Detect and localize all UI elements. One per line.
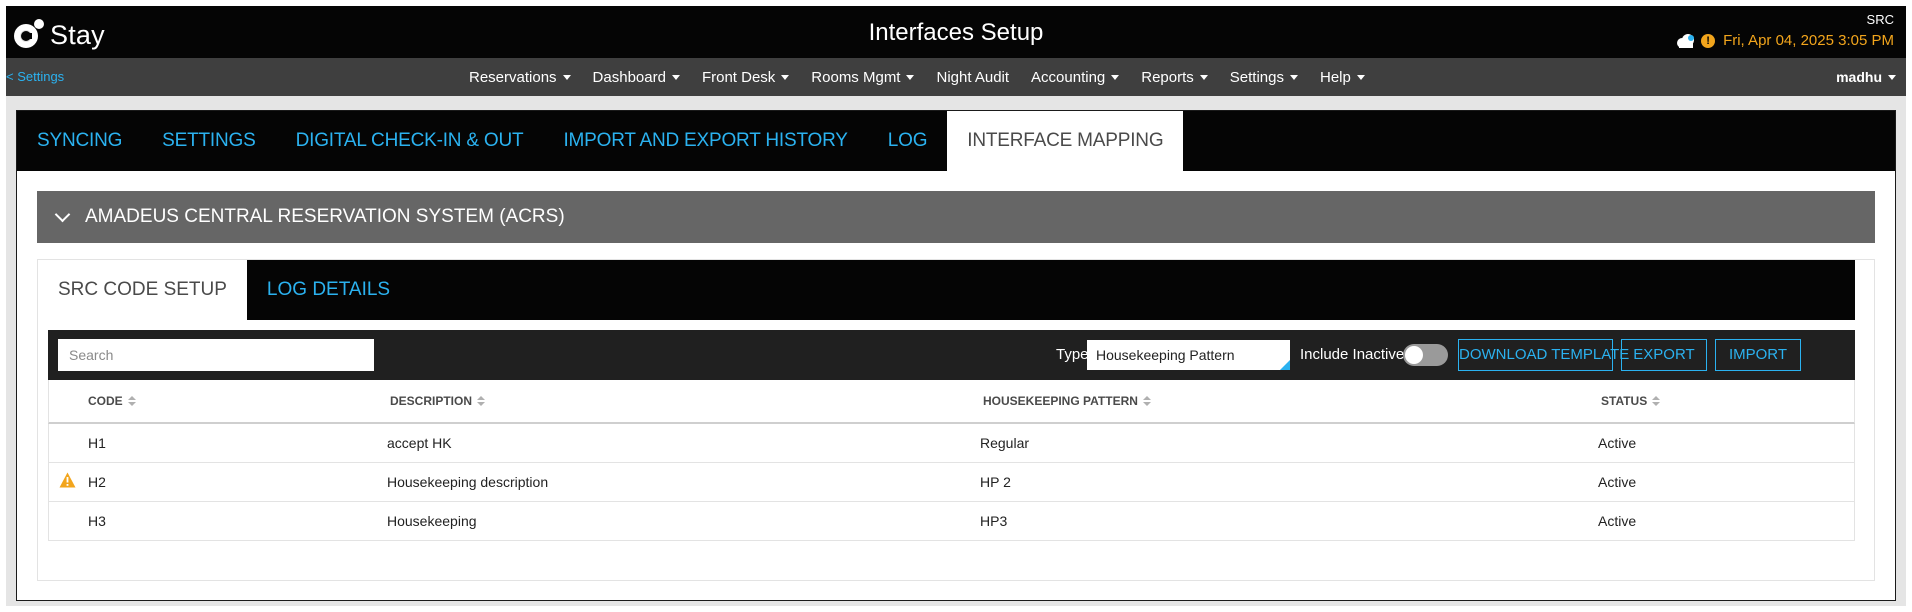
sort-icon <box>127 396 136 406</box>
nav-item-reservations[interactable]: Reservations <box>469 69 571 86</box>
caret-down-icon <box>1356 74 1365 80</box>
type-label: Type <box>1056 346 1089 363</box>
download-template-button[interactable]: DOWNLOAD TEMPLATE <box>1458 339 1629 371</box>
table-header: CODE DESCRIPTION HOUSEKEEPING PATTERN ST… <box>48 380 1855 424</box>
column-header-description[interactable]: DESCRIPTION <box>390 394 486 408</box>
main-panel: SYNCING SETTINGS DIGITAL CHECK-IN & OUT … <box>16 110 1896 601</box>
cell-description: Housekeeping description <box>387 474 549 490</box>
table-toolbar: Type Housekeeping Pattern Include Inacti… <box>48 330 1855 380</box>
warning-icon[interactable]: ! <box>1701 33 1716 48</box>
nav-item-reports[interactable]: Reports <box>1141 69 1208 86</box>
caret-down-icon <box>1888 74 1896 80</box>
type-select[interactable]: Housekeeping Pattern <box>1087 340 1290 370</box>
main-tabs: SYNCING SETTINGS DIGITAL CHECK-IN & OUT … <box>17 111 1895 171</box>
nav-item-dashboard[interactable]: Dashboard <box>593 69 680 86</box>
nav-item-rooms-mgmt[interactable]: Rooms Mgmt <box>811 69 915 86</box>
cell-description: accept HK <box>387 435 452 451</box>
cell-housekeeping-pattern: HP3 <box>980 513 1008 529</box>
export-button[interactable]: EXPORT <box>1621 339 1707 371</box>
nav-item-help[interactable]: Help <box>1320 69 1365 86</box>
accordion-header[interactable]: AMADEUS CENTRAL RESERVATION SYSTEM (ACRS… <box>37 191 1875 243</box>
caret-down-icon <box>1199 74 1208 80</box>
cell-description: Housekeeping <box>387 513 477 529</box>
table-row[interactable]: H2 Housekeeping description HP 2 Active <box>48 463 1855 502</box>
top-header: Stay Interfaces Setup SRC ! Fri, Apr 04,… <box>6 6 1906 58</box>
cell-status: Active <box>1598 513 1637 529</box>
include-inactive-toggle[interactable] <box>1403 344 1448 366</box>
mapping-section: SRC CODE SETUP LOG DETAILS Type Housekee… <box>37 259 1875 581</box>
app-frame: Stay Interfaces Setup SRC ! Fri, Apr 04,… <box>6 6 1906 606</box>
caret-down-icon <box>906 74 915 80</box>
logo-text: Stay <box>50 20 105 50</box>
cell-status: Active <box>1598 474 1637 490</box>
dropdown-corner-icon <box>1280 360 1290 370</box>
main-nav: < Settings Reservations Dashboard Front … <box>6 58 1906 96</box>
warning-triangle-icon[interactable] <box>59 472 76 493</box>
logo-icon <box>14 18 44 48</box>
nav-item-front-desk[interactable]: Front Desk <box>702 69 790 86</box>
cloud-icon[interactable] <box>1675 33 1697 48</box>
src-code-table: CODE DESCRIPTION HOUSEKEEPING PATTERN ST… <box>48 380 1855 541</box>
tab-log[interactable]: LOG <box>868 111 948 171</box>
caret-down-icon <box>781 74 790 80</box>
cell-code: H2 <box>88 474 106 490</box>
chevron-down-icon <box>54 206 71 222</box>
column-header-housekeeping-pattern[interactable]: HOUSEKEEPING PATTERN <box>983 394 1151 408</box>
type-select-value: Housekeeping Pattern <box>1096 347 1235 363</box>
search-input[interactable] <box>58 339 374 371</box>
tab-import-export-history[interactable]: IMPORT AND EXPORT HISTORY <box>543 111 867 171</box>
nav-item-night-audit[interactable]: Night Audit <box>936 69 1009 86</box>
back-to-settings-link[interactable]: < Settings <box>6 69 64 84</box>
property-code: SRC <box>1866 12 1894 27</box>
app-logo[interactable]: Stay <box>14 14 105 51</box>
current-datetime: Fri, Apr 04, 2025 3:05 PM <box>1723 32 1894 49</box>
caret-down-icon <box>1111 74 1120 80</box>
import-button[interactable]: IMPORT <box>1715 339 1801 371</box>
sub-tabs: SRC CODE SETUP LOG DETAILS <box>38 260 1855 320</box>
include-inactive-label: Include Inactive <box>1300 346 1405 363</box>
tab-settings[interactable]: SETTINGS <box>142 111 275 171</box>
table-row[interactable]: H3 Housekeeping HP3 Active <box>48 502 1855 541</box>
sort-icon <box>477 396 486 406</box>
caret-down-icon <box>671 74 680 80</box>
cell-code: H1 <box>88 435 106 451</box>
table-row[interactable]: H1 accept HK Regular Active <box>48 424 1855 463</box>
tab-log-details[interactable]: LOG DETAILS <box>247 260 410 320</box>
status-area: ! Fri, Apr 04, 2025 3:05 PM <box>1675 32 1894 49</box>
cell-code: H3 <box>88 513 106 529</box>
tab-digital-check-in-out[interactable]: DIGITAL CHECK-IN & OUT <box>276 111 544 171</box>
nav-item-accounting[interactable]: Accounting <box>1031 69 1120 86</box>
caret-down-icon <box>1289 74 1298 80</box>
nav-item-settings[interactable]: Settings <box>1230 69 1298 86</box>
tab-interface-mapping[interactable]: INTERFACE MAPPING <box>947 111 1184 171</box>
user-menu[interactable]: madhu <box>1836 69 1896 85</box>
caret-down-icon <box>562 74 571 80</box>
sort-icon <box>1652 396 1661 406</box>
toggle-knob <box>1405 346 1423 364</box>
cell-status: Active <box>1598 435 1637 451</box>
tab-syncing[interactable]: SYNCING <box>17 111 142 171</box>
user-name: madhu <box>1836 69 1882 85</box>
accordion-title: AMADEUS CENTRAL RESERVATION SYSTEM (ACRS… <box>85 206 565 227</box>
tab-src-code-setup[interactable]: SRC CODE SETUP <box>38 260 247 320</box>
cell-housekeeping-pattern: Regular <box>980 435 1030 451</box>
column-header-code[interactable]: CODE <box>88 394 136 408</box>
sort-icon <box>1142 396 1151 406</box>
nav-menu: Reservations Dashboard Front Desk Rooms … <box>469 58 1387 96</box>
cell-housekeeping-pattern: HP 2 <box>980 474 1011 490</box>
column-header-status[interactable]: STATUS <box>1601 394 1661 408</box>
page-title: Interfaces Setup <box>868 19 1044 46</box>
